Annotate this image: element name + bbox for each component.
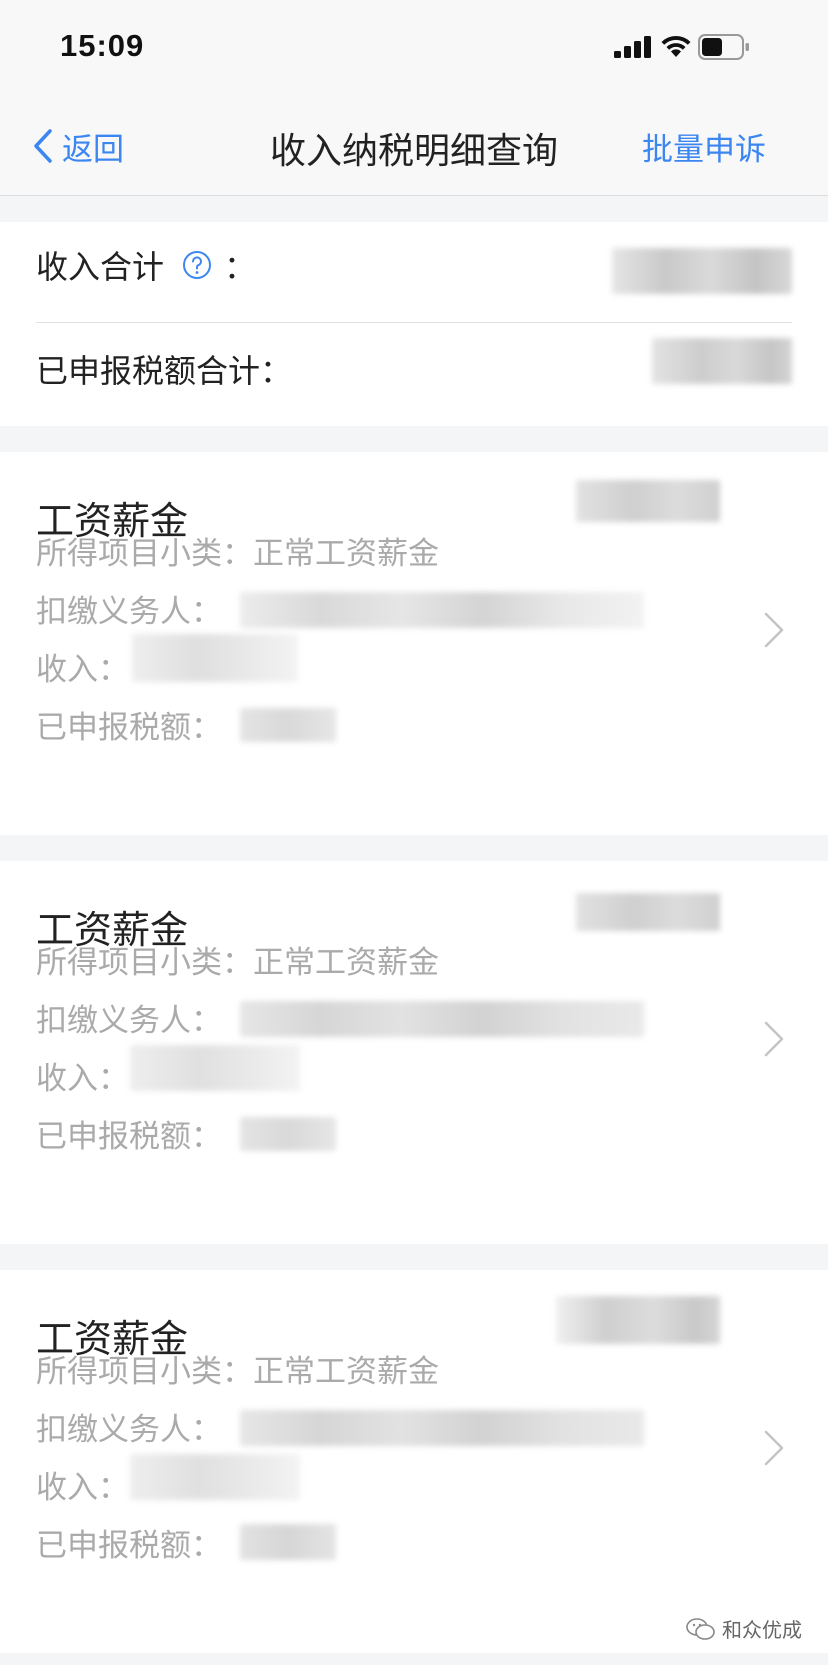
status-time: 15:09 bbox=[60, 28, 145, 63]
declared-tax-label: 已申报税额： bbox=[36, 710, 222, 746]
withholder-value-redacted bbox=[240, 1001, 644, 1037]
page-title: 收入纳税明细查询 bbox=[269, 131, 558, 172]
record-date-redacted bbox=[556, 1296, 720, 1344]
watermark-text: 和众优成 bbox=[722, 1618, 802, 1642]
declared-tax-value-redacted bbox=[240, 1117, 336, 1151]
summary-panel: 收入合计 ： 已申报税额合计： bbox=[0, 222, 828, 426]
income-label: 收入： bbox=[36, 1470, 129, 1506]
cellular-signal-icon bbox=[614, 36, 651, 58]
declared-tax-value-redacted bbox=[240, 1524, 336, 1560]
batch-appeal-button[interactable]: 批量申诉 bbox=[642, 124, 766, 169]
help-question-icon[interactable] bbox=[182, 250, 212, 280]
income-record-card[interactable]: 工资薪金 所得项目小类：正常工资薪金 扣缴义务人： 收入： 已申报税额： bbox=[0, 1270, 828, 1653]
subcategory-label: 所得项目小类： bbox=[36, 536, 253, 572]
subcategory-label: 所得项目小类： bbox=[36, 1354, 253, 1390]
wifi-icon bbox=[661, 35, 691, 57]
subcategory-label: 所得项目小类： bbox=[36, 945, 253, 981]
nav-bar: 返回 收入纳税明细查询 批量申诉 bbox=[0, 100, 828, 196]
subcategory-value: 正常工资薪金 bbox=[253, 945, 439, 981]
chevron-right-icon bbox=[764, 1021, 784, 1057]
wechat-icon bbox=[686, 1617, 715, 1640]
income-value-redacted bbox=[132, 634, 298, 682]
income-total-row: 收入合计 ： bbox=[36, 222, 792, 302]
declared-tax-value-redacted bbox=[240, 708, 336, 742]
watermark: 和众优成 bbox=[686, 1614, 802, 1643]
income-label: 收入： bbox=[36, 652, 129, 688]
declared-tax-label: 已申报税额： bbox=[36, 1528, 222, 1564]
record-date-redacted bbox=[576, 893, 720, 931]
subcategory-value: 正常工资薪金 bbox=[253, 536, 439, 572]
chevron-right-icon bbox=[764, 612, 784, 648]
withholder-value-redacted bbox=[240, 592, 644, 628]
withholder-label: 扣缴义务人： bbox=[36, 1003, 222, 1039]
battery-icon bbox=[698, 34, 749, 60]
income-record-card[interactable]: 工资薪金 所得项目小类：正常工资薪金 扣缴义务人： 收入： 已申报税额： bbox=[0, 452, 828, 835]
subcategory-value: 正常工资薪金 bbox=[253, 1354, 439, 1390]
tax-total-label: 已申报税额合计： bbox=[36, 352, 293, 390]
tax-total-row: 已申报税额合计： bbox=[36, 322, 792, 402]
income-record-card[interactable]: 工资薪金 所得项目小类：正常工资薪金 扣缴义务人： 收入： 已申报税额： bbox=[0, 861, 828, 1244]
back-label: 返回 bbox=[62, 131, 124, 168]
tax-total-value-redacted bbox=[652, 338, 792, 384]
status-bar: 15:09 bbox=[0, 0, 828, 100]
withholder-value-redacted bbox=[240, 1410, 644, 1446]
withholder-label: 扣缴义务人： bbox=[36, 1412, 222, 1448]
screen: 15:09 返回 收入纳税明细查询 批量申诉 收入合计 ： 已申报税额合计： 工… bbox=[0, 0, 828, 1665]
income-total-label: 收入合计 bbox=[36, 248, 165, 286]
income-total-colon: ： bbox=[224, 248, 257, 286]
chevron-right-icon bbox=[764, 1430, 784, 1466]
withholder-label: 扣缴义务人： bbox=[36, 594, 222, 630]
income-total-value-redacted bbox=[612, 248, 792, 294]
income-value-redacted bbox=[130, 1045, 300, 1091]
income-label: 收入： bbox=[36, 1061, 129, 1097]
chevron-left-icon bbox=[34, 129, 52, 163]
back-button[interactable]: 返回 bbox=[32, 121, 124, 171]
declared-tax-label: 已申报税额： bbox=[36, 1119, 222, 1155]
income-value-redacted bbox=[130, 1454, 300, 1500]
record-date-redacted bbox=[576, 480, 720, 522]
